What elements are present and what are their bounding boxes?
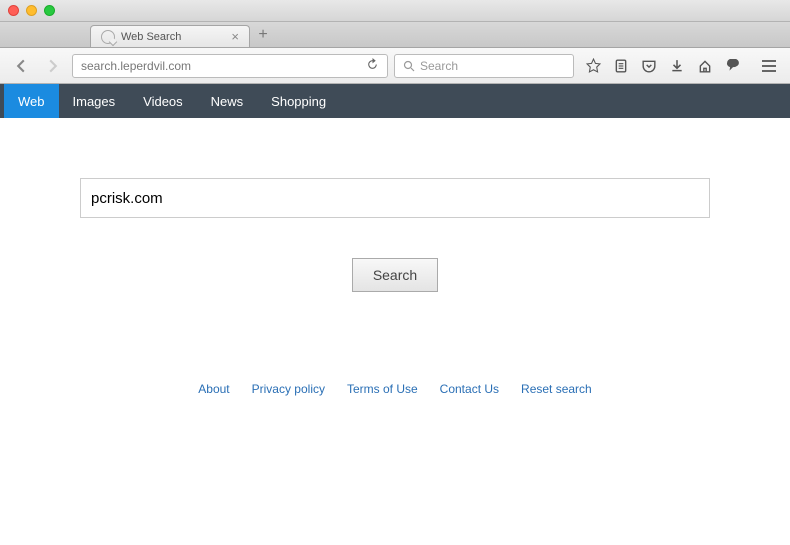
footer-links: About Privacy policy Terms of Use Contac… <box>80 382 710 396</box>
close-window-button[interactable] <box>8 5 19 16</box>
minimize-window-button[interactable] <box>26 5 37 16</box>
footer-reset[interactable]: Reset search <box>521 382 592 396</box>
nav-news-label: News <box>211 94 244 109</box>
nav-videos[interactable]: Videos <box>129 84 197 118</box>
browser-toolbar: search.leperdvil.com Search <box>0 48 790 84</box>
footer-contact[interactable]: Contact Us <box>440 382 499 396</box>
footer-terms[interactable]: Terms of Use <box>347 382 418 396</box>
main-content: Search About Privacy policy Terms of Use… <box>0 118 790 436</box>
menu-button[interactable] <box>756 54 782 78</box>
nav-images-label: Images <box>73 94 116 109</box>
nav-news[interactable]: News <box>197 84 258 118</box>
reading-list-button[interactable] <box>608 54 634 78</box>
toolbar-icons <box>580 54 746 78</box>
chat-button[interactable] <box>720 54 746 78</box>
nav-web[interactable]: Web <box>4 84 59 118</box>
back-button[interactable] <box>8 54 34 78</box>
home-button[interactable] <box>692 54 718 78</box>
search-input[interactable] <box>80 178 710 218</box>
maximize-window-button[interactable] <box>44 5 55 16</box>
footer-about[interactable]: About <box>198 382 229 396</box>
footer-privacy[interactable]: Privacy policy <box>252 382 325 396</box>
window-titlebar <box>0 0 790 22</box>
nav-web-label: Web <box>18 94 45 109</box>
browser-tab[interactable]: Web Search × <box>90 25 250 47</box>
url-bar[interactable]: search.leperdvil.com <box>72 54 388 78</box>
tab-close-button[interactable]: × <box>231 29 239 44</box>
tab-title: Web Search <box>121 31 181 43</box>
forward-button[interactable] <box>40 54 66 78</box>
search-button[interactable]: Search <box>352 258 438 292</box>
globe-icon <box>101 30 115 44</box>
nav-images[interactable]: Images <box>59 84 130 118</box>
nav-videos-label: Videos <box>143 94 183 109</box>
nav-shopping[interactable]: Shopping <box>257 84 340 118</box>
search-icon <box>403 60 415 72</box>
downloads-button[interactable] <box>664 54 690 78</box>
refresh-button[interactable] <box>366 58 379 74</box>
browser-tabbar: Web Search × + <box>0 22 790 48</box>
browser-search-placeholder: Search <box>420 59 458 73</box>
traffic-lights <box>8 5 55 16</box>
bookmark-button[interactable] <box>580 54 606 78</box>
nav-shopping-label: Shopping <box>271 94 326 109</box>
pocket-button[interactable] <box>636 54 662 78</box>
content-nav: Web Images Videos News Shopping <box>0 84 790 118</box>
url-text: search.leperdvil.com <box>81 59 191 73</box>
browser-search-bar[interactable]: Search <box>394 54 574 78</box>
new-tab-button[interactable]: + <box>250 22 276 47</box>
